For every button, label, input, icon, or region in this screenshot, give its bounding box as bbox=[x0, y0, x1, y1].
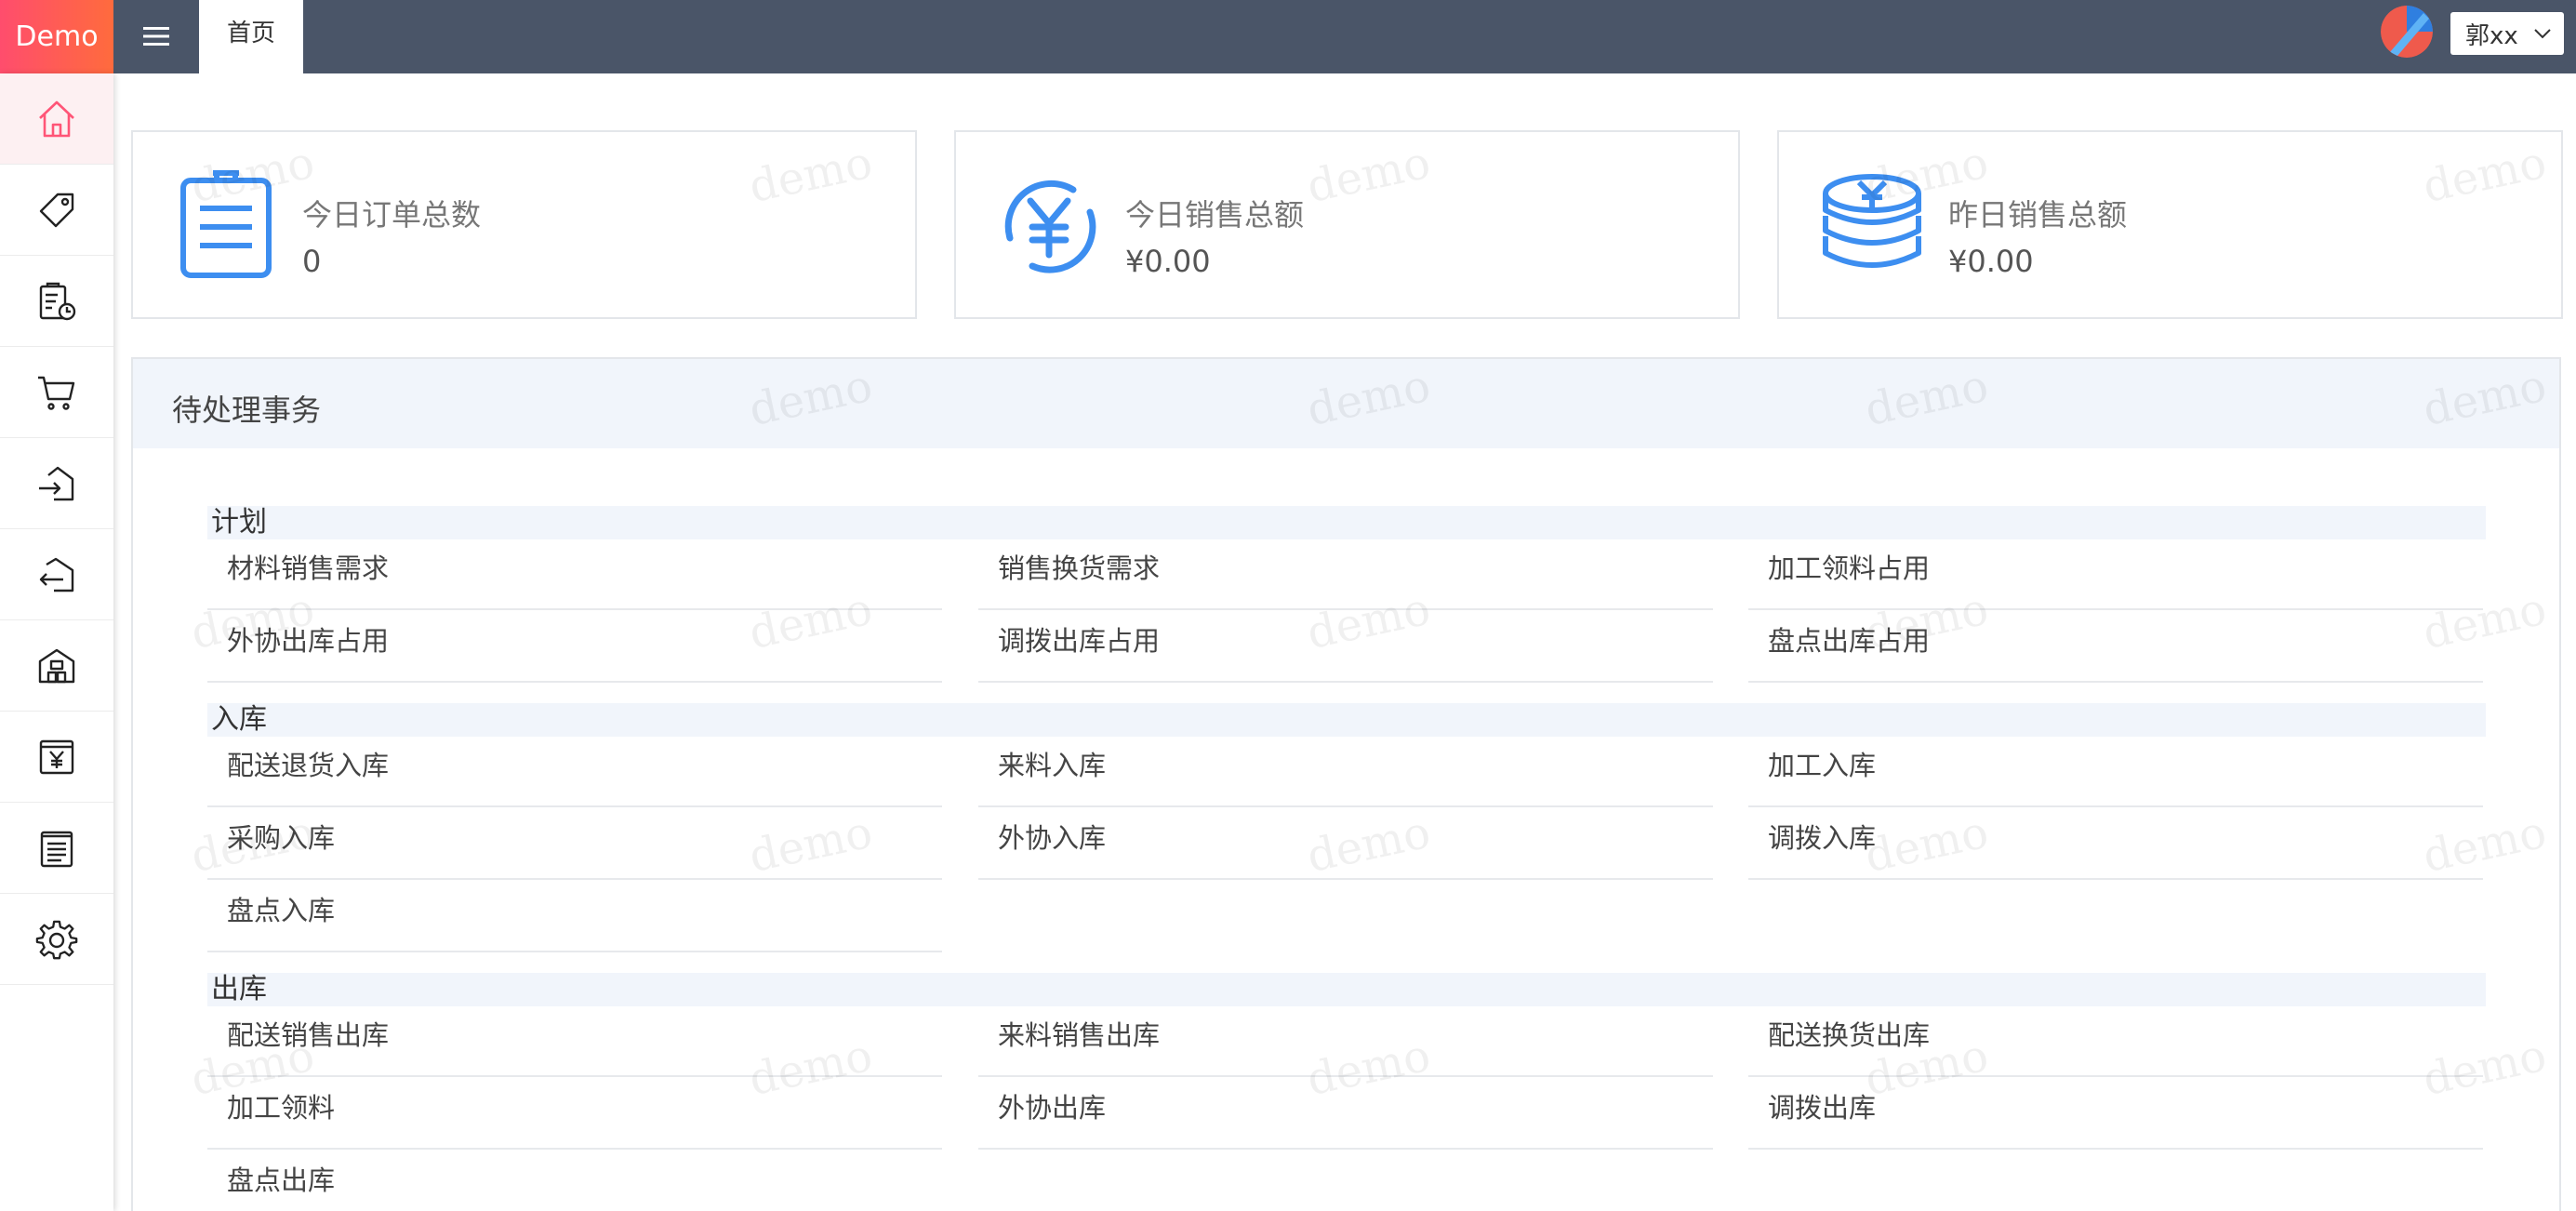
tag-icon bbox=[39, 193, 74, 227]
task-item[interactable]: 材料销售需求 bbox=[207, 538, 942, 610]
user-dropdown[interactable]: 郭xx bbox=[2450, 12, 2564, 55]
yen-circle-icon bbox=[1004, 180, 1096, 273]
home-icon bbox=[39, 100, 74, 137]
yen-coins-icon bbox=[1823, 174, 1921, 268]
task-item[interactable]: 调拨入库 bbox=[1748, 807, 2483, 880]
task-item[interactable]: 外协出库占用 bbox=[207, 610, 942, 683]
sidebar-item-home[interactable] bbox=[0, 73, 113, 165]
task-item[interactable]: 采购入库 bbox=[207, 807, 942, 880]
cart-icon bbox=[38, 376, 75, 410]
outbound-icon bbox=[39, 557, 74, 592]
task-item[interactable]: 加工领料占用 bbox=[1748, 538, 2483, 610]
task-item[interactable]: 盘点入库 bbox=[207, 880, 942, 952]
task-item[interactable]: 外协出库 bbox=[978, 1077, 1713, 1150]
sidebar-item-inbound[interactable] bbox=[0, 438, 113, 529]
sidebar-item-outbound[interactable] bbox=[0, 529, 113, 620]
task-item[interactable]: 配送销售出库 bbox=[207, 1005, 942, 1077]
warehouse-icon bbox=[38, 648, 75, 683]
group-title-inbound: 入库 bbox=[207, 703, 2486, 737]
chevron-down-icon bbox=[2534, 29, 2551, 39]
task-item[interactable]: 加工入库 bbox=[1748, 735, 2483, 807]
group-title-outbound: 出库 bbox=[207, 973, 2486, 1006]
stat-card-today-sales: 今日销售总额 ¥0.00 bbox=[954, 130, 1740, 319]
sidebar-item-report[interactable] bbox=[0, 803, 113, 894]
stat-value: ¥0.00 bbox=[1948, 244, 2034, 279]
report-icon bbox=[40, 831, 73, 867]
clipboard-clock-icon bbox=[39, 282, 76, 320]
user-name: 郭xx bbox=[2465, 21, 2518, 50]
stat-label: 今日订单总数 bbox=[302, 197, 482, 233]
task-item[interactable]: 配送退货入库 bbox=[207, 735, 942, 807]
top-header: Demo 首页 郭xx bbox=[0, 0, 2576, 73]
task-item[interactable]: 盘点出库 bbox=[207, 1150, 942, 1211]
stat-card-yesterday-sales: 昨日销售总额 ¥0.00 bbox=[1777, 130, 2563, 319]
yen-box-icon bbox=[39, 739, 74, 774]
task-item[interactable]: 来料销售出库 bbox=[978, 1005, 1713, 1077]
menu-toggle-button[interactable] bbox=[130, 13, 182, 60]
hamburger-icon bbox=[143, 27, 169, 46]
avatar[interactable] bbox=[2381, 6, 2433, 58]
inbound-icon bbox=[39, 466, 74, 500]
sidebar-item-warehouse[interactable] bbox=[0, 620, 113, 712]
app-logo[interactable]: Demo bbox=[0, 0, 113, 73]
clipboard-icon bbox=[180, 170, 272, 278]
task-item[interactable]: 来料入库 bbox=[978, 735, 1713, 807]
stat-card-today-orders: 今日订单总数 0 bbox=[131, 130, 917, 319]
sidebar-item-finance[interactable] bbox=[0, 712, 113, 803]
task-item[interactable]: 加工领料 bbox=[207, 1077, 942, 1150]
task-item[interactable]: 调拨出库占用 bbox=[978, 610, 1713, 683]
sidebar-item-tag[interactable] bbox=[0, 165, 113, 256]
stat-value: 0 bbox=[302, 244, 322, 279]
stat-value: ¥0.00 bbox=[1125, 244, 1211, 279]
group-title-plan: 计划 bbox=[207, 506, 2486, 539]
sidebar-item-cart[interactable] bbox=[0, 347, 113, 438]
task-item[interactable]: 外协入库 bbox=[978, 807, 1713, 880]
tab-home[interactable]: 首页 bbox=[199, 0, 303, 73]
sidebar-item-plan[interactable] bbox=[0, 256, 113, 347]
task-item[interactable]: 盘点出库占用 bbox=[1748, 610, 2483, 683]
stat-label: 昨日销售总额 bbox=[1948, 197, 2128, 233]
sidebar bbox=[0, 73, 113, 1211]
task-item[interactable]: 配送换货出库 bbox=[1748, 1005, 2483, 1077]
sidebar-item-settings[interactable] bbox=[0, 894, 113, 985]
task-item[interactable]: 销售换货需求 bbox=[978, 538, 1713, 610]
panel-header: 待处理事务 bbox=[133, 359, 2559, 448]
task-item[interactable]: 调拨出库 bbox=[1748, 1077, 2483, 1150]
avatar-icon bbox=[2381, 6, 2433, 58]
gear-icon bbox=[35, 920, 78, 959]
panel-title: 待处理事务 bbox=[172, 393, 322, 428]
stat-label: 今日销售总额 bbox=[1125, 197, 1305, 233]
pending-tasks-panel: 待处理事务 计划 材料销售需求 销售换货需求 加工领料占用 外协出库占用 调拨出… bbox=[131, 357, 2561, 1211]
